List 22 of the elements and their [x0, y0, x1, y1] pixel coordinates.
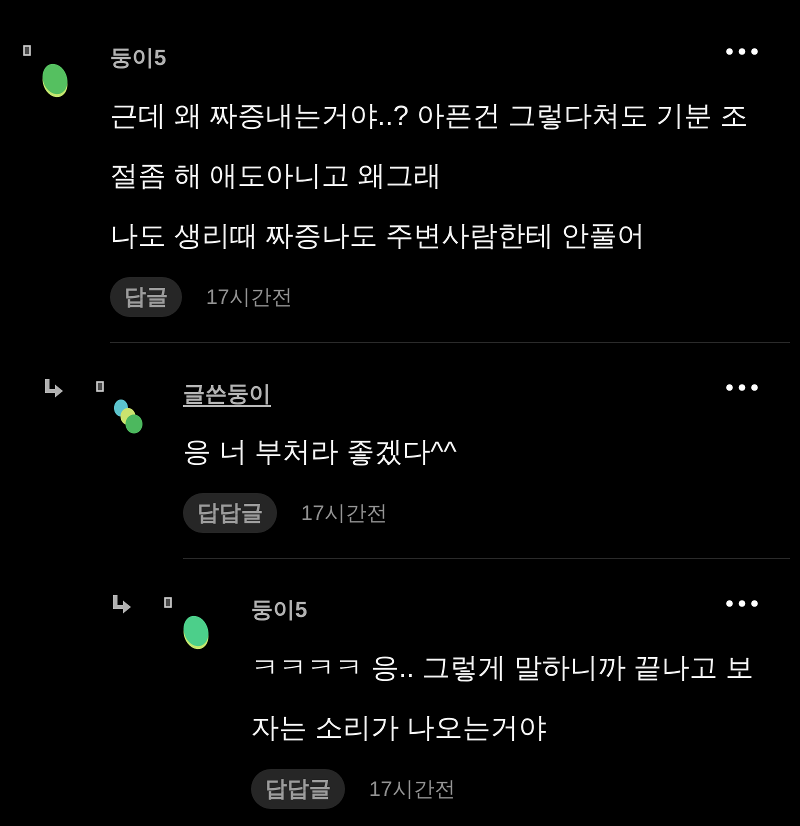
- avatar-icon: [113, 398, 143, 434]
- rectangle-icon: [96, 381, 104, 392]
- comment-text: 응 너 부처라 좋겠다^^: [183, 435, 457, 469]
- reply-arrow-icon: [112, 595, 132, 614]
- more-icon[interactable]: [726, 48, 758, 54]
- username[interactable]: 글쓴둥이: [183, 379, 271, 409]
- rectangle-icon: [164, 597, 172, 608]
- reply-arrow-icon: [44, 379, 64, 398]
- comment-text: 근데 왜 짜증내는거야..? 아픈건 그렇다쳐도 기분 조 절좀 해 애도아니고 왜그래: [110, 99, 748, 193]
- reply-button[interactable]: 답답글: [251, 769, 345, 809]
- timestamp: 17시간전: [206, 285, 292, 311]
- comment-text: 나도 생리때 짜증나도 주변사람한테 안풀어: [110, 219, 646, 253]
- more-icon[interactable]: [726, 384, 758, 390]
- reply-button[interactable]: 답글: [110, 277, 182, 317]
- timestamp: 17시간전: [301, 501, 388, 527]
- rectangle-icon: [23, 45, 31, 56]
- timestamp: 17시간전: [369, 777, 456, 803]
- username[interactable]: 둥이5: [251, 595, 308, 625]
- more-icon[interactable]: [726, 600, 758, 606]
- reply-button[interactable]: 답답글: [183, 493, 277, 533]
- username[interactable]: 둥이5: [110, 43, 166, 73]
- comment-text: ㅋㅋㅋㅋ 응.. 그렇게 말하니까 끝나고 보 자는 소리가 나오는거야: [251, 651, 754, 745]
